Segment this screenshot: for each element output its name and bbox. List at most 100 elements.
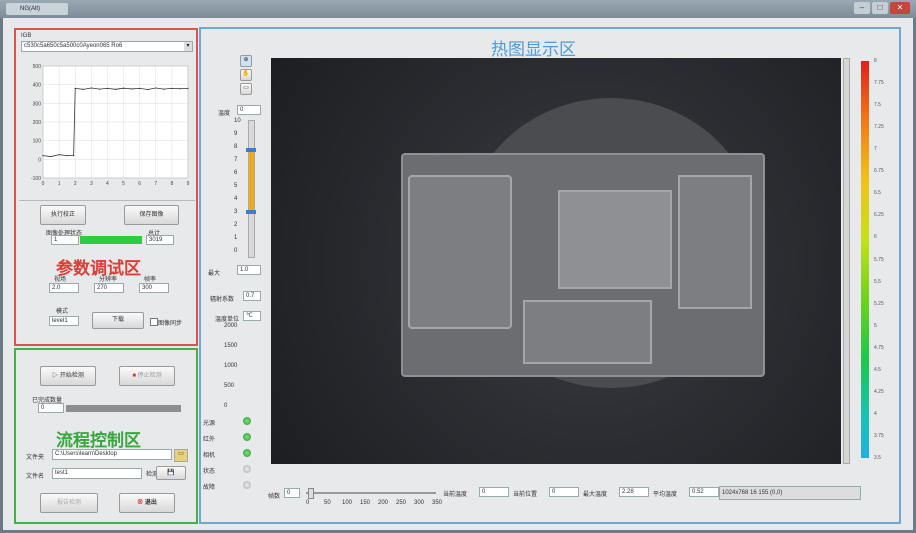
download-button[interactable]: 下载 [92,312,144,329]
maximize-button[interactable]: □ [872,2,888,14]
color-scale-tick: 6.75 [874,168,884,175]
max-value[interactable]: 1.0 [237,265,261,275]
file-input[interactable]: test1 [52,468,142,479]
report-button[interactable]: 报告检测 [40,493,98,513]
heat-area-label: 热图显示区 [491,40,576,59]
unit-select[interactable]: ℃ [243,311,261,321]
calibrate-button[interactable]: 执行校正 [40,205,86,225]
close-circle-icon: ⊗ [137,500,144,506]
file-label: 文件名 [26,474,45,480]
pcb-board [401,153,765,377]
stat-label: 当前温度 [443,492,468,498]
frame-slider-handle[interactable] [308,488,314,499]
x-tick-label: 6 [138,181,141,187]
path-input[interactable]: C:\Users\learn\Desktop [52,449,172,460]
y-tick-label: 200 [33,120,42,126]
max-label: 最大 [208,271,221,277]
param1-label: 视场 [54,277,67,283]
temperature-chart: 5004003002001000-1000 1 2 3 4 5 6 7 8 9 [31,64,190,187]
stop-detect-button[interactable]: ■ 停止检测 [119,366,175,386]
y-tick-label: 500 [33,64,42,70]
thermal-image[interactable] [271,58,841,464]
scale-tick-label: 6 [234,170,238,176]
stats-row: 当前温度 0 当前位置 0 最大温度 2.28 平均温度 0.52 [443,486,723,502]
param3-input[interactable]: 300 [139,283,169,293]
data-point [82,88,84,90]
stat-label: 平均温度 [653,492,678,498]
pcb-shield-bottom [523,300,652,364]
status-led-icon [243,465,251,473]
color-scale-tick: 5 [874,322,877,329]
save-image-button[interactable]: 保存图像 [124,205,179,225]
progress-bar [80,236,142,244]
mode-select[interactable]: level1 [49,316,79,326]
frame-value[interactable]: 0 [284,488,300,498]
scale-slider-handle[interactable] [246,148,256,152]
scale-tick-label: 1 [234,235,238,241]
folder-icon[interactable]: ▭ [174,449,188,462]
frame-tick-label: 50 [324,500,331,506]
side-tick-label: 0 [224,403,228,409]
param1-input[interactable]: 2.0 [49,283,79,293]
chevron-down-icon[interactable]: ▾ [184,42,192,51]
color-scale-tick: 3.75 [874,432,884,439]
temp-label: 温度 [218,111,231,117]
frame-tick-label: 350 [432,500,443,506]
emissivity-label: 辐射系数 [210,297,235,303]
zoom-tool-icon[interactable]: ⊕ [240,55,252,67]
frame-tick-label: 200 [378,500,389,506]
color-scale-tick: 4.5 [874,366,881,373]
stat-value: 0.52 [689,487,719,497]
camera-select[interactable]: c530c5a650c5a500c0Ayeon065 Ro6 [21,41,193,52]
color-scale-tick: 3.5 [874,455,881,461]
frame-ticks: 0 50 100 150 200 250 300 350 [306,500,446,508]
flow-control-panel: ▷ 开始检测 ■ 停止检测 已完成数量 0 流程控制区 文件夹 C:\Users… [14,348,198,524]
side-scale: 2000 1500 1000 500 0 [221,323,266,413]
scale-slider-handle[interactable] [246,210,256,214]
data-point [147,88,149,91]
param2-input[interactable]: 270 [94,283,124,293]
scale-tick-label: 8 [234,144,238,150]
x-tick-label: 4 [106,181,109,187]
x-tick-label: 3 [90,181,93,187]
color-scale-tick: 5.75 [874,256,884,263]
data-point [50,155,52,158]
minimize-button[interactable]: – [854,2,870,14]
frame-slider[interactable] [306,492,436,494]
close-button[interactable]: ✕ [890,2,910,14]
start-detect-label: 开始检测 [59,373,84,379]
data-point [122,87,125,89]
x-tick-label: 2 [74,181,77,187]
save-file-button[interactable]: 💾 [156,466,186,480]
sync-checkbox[interactable] [150,318,158,326]
data-point [106,87,109,89]
color-scale-tick: 7.5 [874,102,881,109]
data-point [58,154,60,156]
frame-tick-label: 300 [414,500,425,506]
data-point [66,155,68,157]
led-label: 光源 [203,421,216,427]
scale-tick-label: 10 [234,118,241,124]
image-vertical-scrollbar[interactable] [843,58,850,464]
camera-label: IGB [21,33,32,39]
y-tick-label: -100 [31,176,41,182]
emissivity-input[interactable]: 0.7 [243,291,261,301]
exit-button[interactable]: ⊗ 退出 [119,493,175,513]
app-title: NG(Alt) [6,3,68,15]
pan-tool-icon[interactable]: ✋ [240,69,252,81]
color-scale-tick: 7.75 [874,80,884,87]
fit-tool-icon[interactable]: ▭ [240,83,252,95]
start-detect-button[interactable]: ▷ 开始检测 [40,366,96,386]
stat-value: 2.28 [619,487,649,497]
x-tick-label: 1 [58,181,61,187]
scale-tick-label: 7 [234,157,238,163]
param-debug-panel: IGB c530c5a650c5a500c0Ayeon065 Ro6 ▾ 500… [14,28,198,346]
y-tick-label: 400 [33,83,42,89]
scale-slider[interactable]: 10 9 8 7 6 5 4 3 2 1 0 [228,118,264,260]
title-bar: NG(Alt) – □ ✕ [0,0,916,18]
x-tick-label: 8 [170,181,173,187]
data-point [139,87,141,89]
status-leds: 光源 红外 相机 状态 故障 [203,417,263,498]
scale-slider-track[interactable] [248,120,255,258]
param3-label: 帧率 [144,277,157,283]
